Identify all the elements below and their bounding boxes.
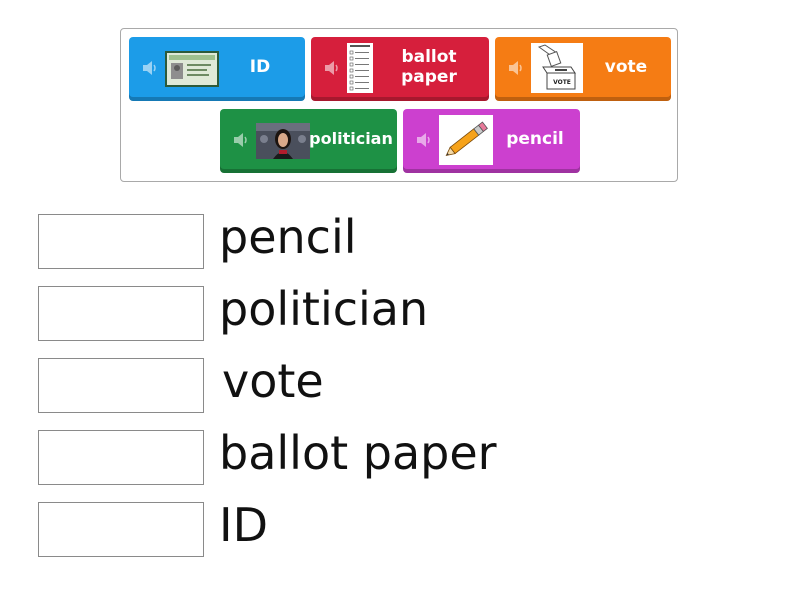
target-word-pencil: pencil [219, 210, 357, 264]
id-card-image [165, 51, 219, 87]
pencil-image [439, 115, 493, 165]
answer-card-politician[interactable]: politician [220, 109, 397, 173]
answer-card-id[interactable]: ID [129, 37, 305, 101]
answer-card-label: vote [604, 57, 648, 77]
answer-card-label: ballot paper [401, 47, 457, 87]
answer-card-label: ID [249, 57, 271, 77]
drop-slot-pencil[interactable] [38, 214, 204, 269]
drop-slot-id[interactable] [38, 502, 204, 557]
answer-card-label: pencil [506, 129, 564, 149]
answer-card-vote[interactable]: VOTE vote [495, 37, 671, 101]
answer-card-ballot-paper[interactable]: ballot paper [311, 37, 489, 101]
drop-slot-vote[interactable] [38, 358, 204, 413]
drop-slot-ballot-paper[interactable] [38, 430, 204, 485]
ballot-box-image: VOTE [531, 43, 583, 93]
answer-card-label: politician [309, 129, 393, 148]
ballot-paper-image [347, 43, 373, 93]
target-word-id: ID [219, 498, 268, 552]
speaker-icon[interactable] [415, 131, 433, 149]
speaker-icon[interactable] [141, 59, 159, 77]
target-word-ballot-paper: ballot paper [219, 426, 497, 480]
target-word-vote: vote [222, 354, 324, 408]
politician-portrait-image [256, 123, 310, 159]
speaker-icon[interactable] [507, 59, 525, 77]
vote-caption: VOTE [553, 79, 571, 86]
speaker-icon[interactable] [232, 131, 250, 149]
answer-tray: ID ballot paper VOTE vote politician pen… [120, 28, 678, 182]
target-word-politician: politician [219, 282, 429, 336]
answer-card-pencil[interactable]: pencil [403, 109, 580, 173]
drop-slot-politician[interactable] [38, 286, 204, 341]
speaker-icon[interactable] [323, 59, 341, 77]
